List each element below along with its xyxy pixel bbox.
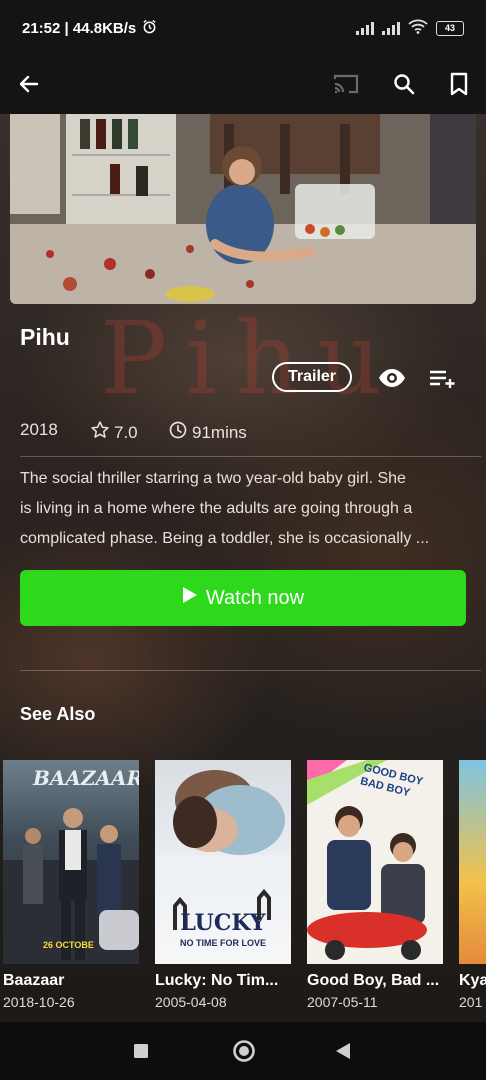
arrow-left-icon[interactable] [14,69,44,99]
see-also-heading: See Also [20,704,96,724]
watch-now-button[interactable]: Watch now [20,570,466,626]
card-title: Baazaar [3,972,65,989]
card-title: Lucky: No Tim... [155,972,279,989]
trailer-button[interactable]: Trailer [272,362,352,392]
card-title: Good Boy, Bad ... [307,972,440,989]
movie-year: 2018 [20,420,58,439]
status-time: 21:52 | 44.8KB/s [22,19,137,37]
poster-image [459,760,486,964]
movie-rating-wrap: 7.0 [90,420,138,445]
poster-image: GOOD BOY BAD BOY [307,760,443,964]
wifi-icon [408,19,428,38]
see-also-card[interactable]: Kya 201 [459,760,486,1010]
movie-year-wrap: 2018 [20,420,58,440]
signal-icon [356,21,374,35]
movie-still-image [10,114,476,304]
watch-now-label: Watch now [205,586,305,609]
divider [20,670,481,671]
card-date: 2007-05-11 [307,994,378,1010]
poster-title: BAAZAAR [33,766,139,790]
star-outline-icon [90,420,110,445]
signal-icon [382,21,400,35]
search-icon[interactable] [388,68,420,100]
poster-release: 26 OCTOBE [43,940,94,950]
alarm-icon [142,19,157,38]
app-bar [0,56,486,114]
backdrop-artwork: Pihu [100,300,401,417]
system-nav-bar [0,1022,486,1080]
movie-title: Pihu [20,324,70,350]
play-icon [182,586,198,610]
back-nav-icon[interactable] [328,1036,358,1066]
movie-duration-wrap: 91mins [168,420,247,445]
see-also-list[interactable]: BAAZAAR 26 OCTOBE Baazaar 2018-10-26 LUC… [3,760,486,1020]
battery-icon: 43 [436,20,464,36]
card-date: 2018-10-26 [3,994,75,1010]
card-title: Kya [459,972,486,989]
battery-level: 43 [444,23,455,33]
recent-apps-icon[interactable] [126,1036,156,1066]
see-also-card[interactable]: LUCKY NO TIME FOR LOVE Lucky: No Tim... … [155,760,291,1010]
clock-icon [168,420,188,445]
see-also-card[interactable]: GOOD BOY BAD BOY Good Boy, Bad ... 2007-… [307,760,443,1010]
movie-duration: 91mins [192,422,247,442]
poster-title: LUCKY [180,910,266,936]
poster-tagline: NO TIME FOR LOVE [179,938,266,948]
poster-image: BAAZAAR 26 OCTOBE [3,760,139,964]
status-bar: 21:52 | 44.8KB/s 43 [0,0,486,56]
divider [20,456,481,457]
playlist-add-icon[interactable] [427,364,457,392]
eye-icon[interactable] [377,364,407,392]
card-date: 2005-04-08 [155,994,227,1010]
bookmark-icon[interactable] [443,68,475,100]
poster-image: LUCKY NO TIME FOR LOVE [155,760,291,964]
card-date: 201 [459,994,483,1010]
home-icon[interactable] [228,1035,260,1067]
cast-icon[interactable] [330,68,362,100]
movie-description[interactable]: The social thriller starring a two year-… [20,464,466,554]
movie-rating: 7.0 [114,422,138,442]
see-also-card[interactable]: BAAZAAR 26 OCTOBE Baazaar 2018-10-26 [3,760,139,1010]
